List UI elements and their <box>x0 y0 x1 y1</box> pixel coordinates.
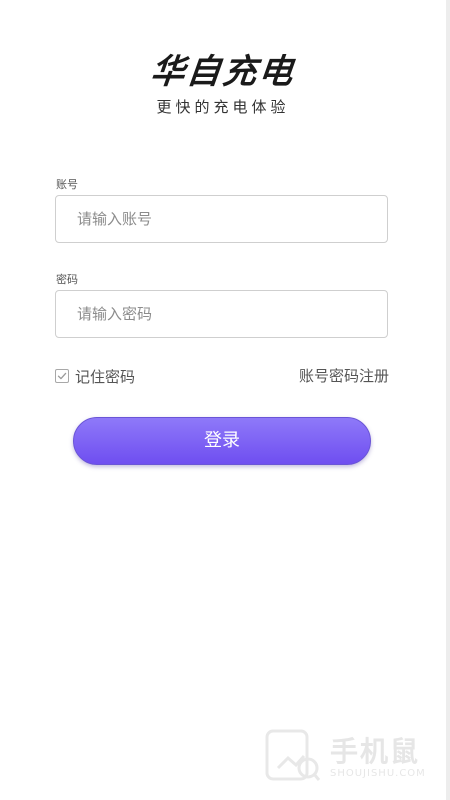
login-button[interactable]: 登录 <box>73 417 371 465</box>
app-title: 华自充电 <box>148 52 297 92</box>
app-logo: 华自充电 <box>0 44 446 93</box>
password-label: 密码 <box>56 273 78 286</box>
watermark: 手机鼠 SHOUJISHU.COM <box>264 728 434 788</box>
watermark-text: 手机鼠 <box>330 735 421 768</box>
account-input[interactable]: 请输入账号 <box>55 195 388 243</box>
options-row: 记住密码 账号密码注册 <box>55 366 389 386</box>
account-label: 账号 <box>56 178 78 191</box>
remember-checkbox[interactable] <box>55 369 69 383</box>
watermark-logo-icon <box>265 729 321 781</box>
screen-edge-bar <box>446 0 450 800</box>
app-tagline: 更快的充电体验 <box>156 98 290 116</box>
remember-password-label: 记住密码 <box>75 367 136 386</box>
checkmark-icon <box>57 372 67 380</box>
remember-password-toggle[interactable]: 记住密码 <box>55 366 135 386</box>
register-link[interactable]: 账号密码注册 <box>299 366 389 386</box>
password-input[interactable]: 请输入密码 <box>55 290 388 338</box>
watermark-subtext: SHOUJISHU.COM <box>330 768 426 779</box>
